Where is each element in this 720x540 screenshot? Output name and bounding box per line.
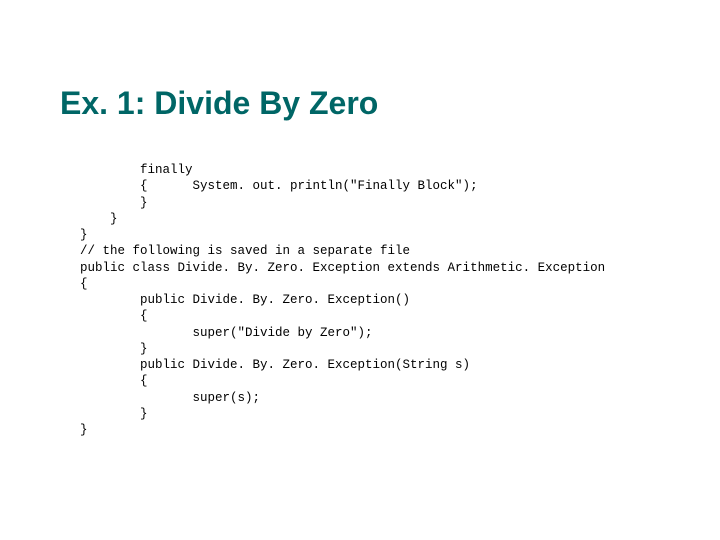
code-block: finally { System. out. println("Finally … (80, 162, 660, 438)
slide-container: Ex. 1: Divide By Zero finally { System. … (0, 0, 720, 540)
slide-title: Ex. 1: Divide By Zero (60, 85, 660, 122)
